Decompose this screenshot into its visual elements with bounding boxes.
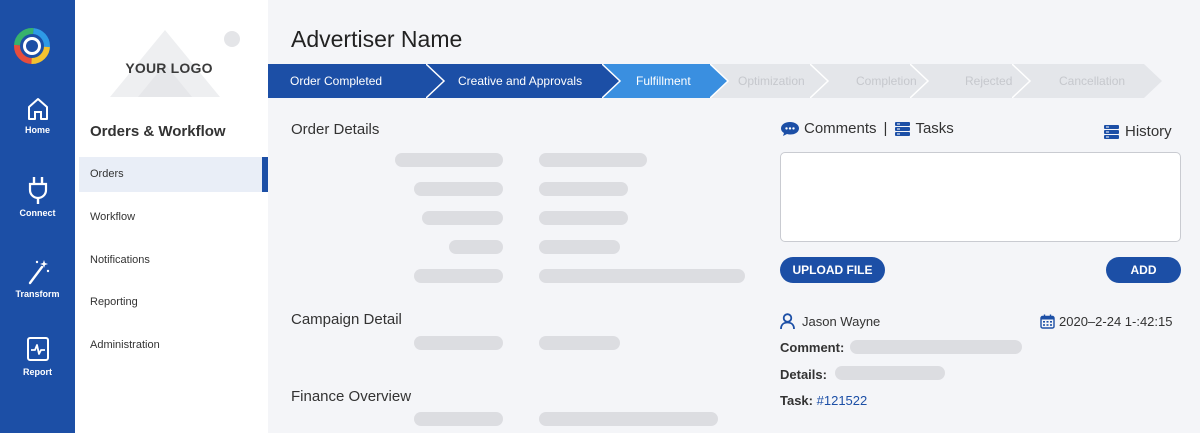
subnav-item-label: Orders [90, 168, 124, 180]
placeholder-bar [414, 182, 503, 196]
step-label: Fulfillment [636, 74, 691, 88]
details-label: Details: [780, 367, 827, 382]
tab-tasks[interactable]: Tasks [894, 120, 954, 137]
step-label: Optimization [738, 74, 805, 88]
rail-label-home: Home [24, 125, 50, 135]
tab-separator: | [883, 120, 888, 137]
placeholder-bar [539, 412, 718, 426]
history-button[interactable]: History [1103, 123, 1172, 140]
home-icon [27, 98, 48, 120]
app-rail: Home Connect Transform Report [0, 0, 75, 433]
placeholder-bar [539, 153, 647, 167]
placeholder-bar [835, 366, 945, 380]
subnav-item-label: Reporting [90, 296, 138, 308]
step-fulfillment[interactable]: Fulfillment [602, 64, 728, 98]
step-label: Rejected [965, 74, 1013, 88]
placeholder-bar [395, 153, 503, 167]
history-stack-icon [1104, 124, 1119, 139]
placeholder-bar [539, 211, 628, 225]
magic-wand-icon [28, 260, 49, 285]
plug-icon [28, 177, 47, 204]
comment-textarea[interactable] [780, 152, 1181, 242]
placeholder-bar [539, 269, 745, 283]
subnav-item-label: Administration [90, 339, 160, 351]
placeholder-bar [539, 182, 628, 196]
placeholder-bar [850, 340, 1022, 354]
subnav-item-label: Notifications [90, 254, 150, 266]
page-title: Advertiser Name [291, 26, 463, 52]
app-logo-icon[interactable] [12, 26, 52, 66]
step-cancellation[interactable]: Cancellation [1012, 64, 1164, 98]
subnav-item-orders[interactable]: Orders [79, 157, 268, 192]
order-details-title: Order Details [291, 121, 380, 138]
comment-label: Comment: [780, 340, 845, 355]
task-label: Task: [780, 393, 813, 408]
placeholder-bar [539, 240, 620, 254]
rail-label-connect: Connect [19, 208, 56, 218]
rail-item-connect[interactable]: Connect [0, 175, 75, 218]
add-button[interactable]: ADD [1106, 257, 1181, 283]
subnav-title: Orders & Workflow [90, 123, 226, 140]
placeholder-bar [422, 211, 503, 225]
logo-text: YOUR LOGO [125, 60, 213, 76]
campaign-detail-title: Campaign Detail [291, 311, 402, 328]
timestamp-text: 2020–2-24 1-:42:15 [1059, 314, 1173, 329]
speech-bubble-icon [781, 121, 799, 136]
subnav-item-reporting[interactable]: Reporting [79, 285, 268, 320]
step-label: Order Completed [290, 74, 383, 88]
placeholder-bar [449, 240, 503, 254]
history-label: History [1125, 123, 1172, 140]
step-label: Cancellation [1059, 74, 1126, 88]
details-row: Details: [780, 367, 827, 382]
placeholder-bar [539, 336, 620, 350]
pulse-report-icon [26, 337, 49, 361]
author-name: Jason Wayne [802, 314, 881, 329]
rail-item-transform[interactable]: Transform [0, 258, 75, 299]
comments-tabs: Comments | Tasks [780, 120, 954, 137]
subnav-item-label: Workflow [90, 211, 136, 223]
tab-comments[interactable]: Comments [780, 120, 877, 137]
step-label: Completion [856, 74, 917, 88]
tab-tasks-label: Tasks [915, 120, 954, 137]
subnav-item-workflow[interactable]: Workflow [79, 200, 268, 235]
finance-overview-title: Finance Overview [291, 388, 412, 405]
placeholder-bar [414, 269, 503, 283]
tab-comments-label: Comments [804, 120, 877, 137]
upload-file-button[interactable]: UPLOAD FILE [780, 257, 885, 283]
placeholder-bar [414, 336, 503, 350]
user-icon [780, 313, 795, 330]
step-creative-approvals[interactable]: Creative and Approvals [426, 64, 620, 98]
stack-list-icon [895, 121, 911, 136]
task-link[interactable]: #121522 [817, 393, 868, 408]
step-label: Creative and Approvals [458, 74, 583, 88]
placeholder-bar [414, 412, 503, 426]
rail-label-transform: Transform [15, 289, 60, 299]
rail-item-report[interactable]: Report [0, 336, 75, 377]
comment-row: Comment: [780, 340, 844, 355]
calendar-icon [1040, 314, 1055, 329]
comment-author: Jason Wayne [780, 313, 880, 330]
status-stepper: Order Completed Creative and Approvals F… [268, 64, 1168, 98]
rail-item-home[interactable]: Home [0, 96, 75, 135]
task-row: Task: #121522 [780, 393, 867, 408]
rail-label-report: Report [23, 367, 52, 377]
comment-timestamp: 2020–2-24 1-:42:15 [1040, 314, 1172, 329]
subnav-item-notifications[interactable]: Notifications [79, 243, 268, 278]
subnav-item-administration[interactable]: Administration [79, 328, 268, 363]
step-order-completed[interactable]: Order Completed [268, 64, 444, 98]
